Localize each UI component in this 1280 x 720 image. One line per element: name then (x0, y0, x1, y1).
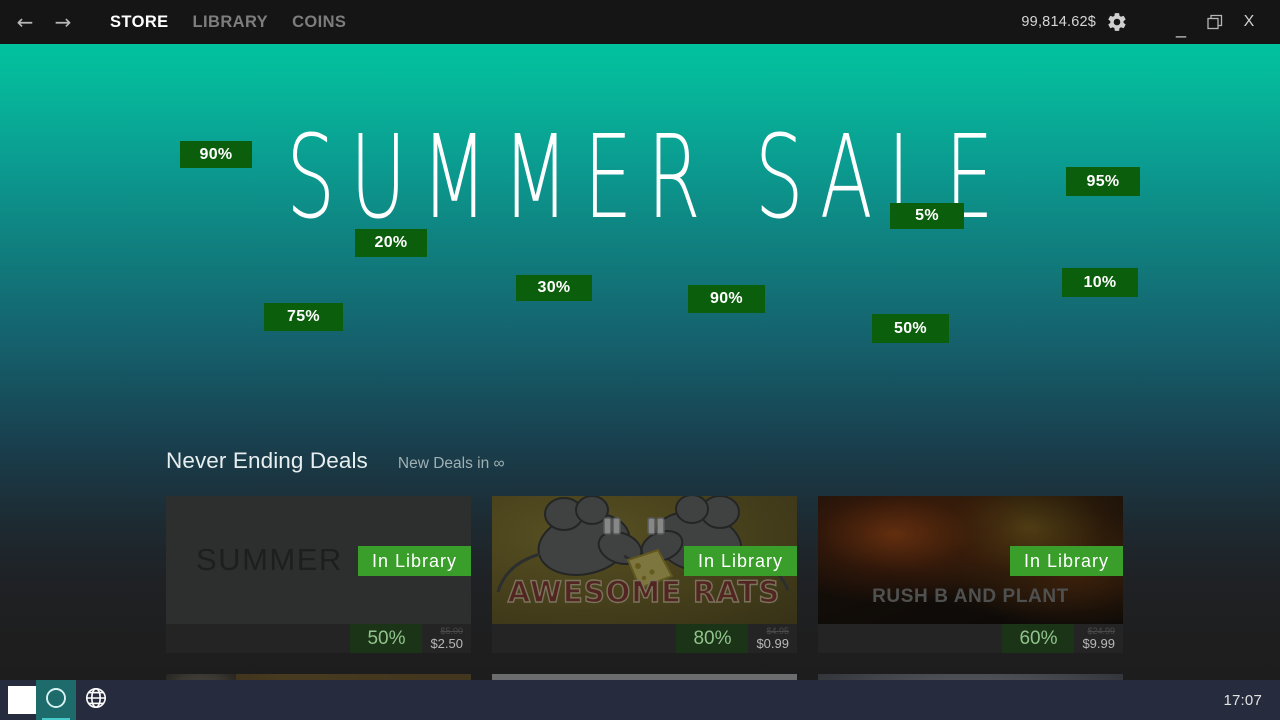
in-library-badge: In Library (1009, 546, 1123, 576)
taskbar-item-browser[interactable] (76, 680, 116, 720)
discount-badge: 50% (872, 314, 949, 343)
close-button[interactable]: X (1232, 0, 1266, 44)
restore-icon[interactable] (1198, 0, 1232, 44)
app-window: ← → STORE LIBRARY COINS 99,814.62$ _ X S… (0, 0, 1280, 720)
discount-badge: 5% (890, 203, 964, 229)
back-icon[interactable]: ← (14, 12, 36, 32)
section-title: Never Ending Deals (166, 448, 368, 473)
taskbar-item-circle[interactable] (36, 680, 76, 720)
discount-badge: 75% (264, 303, 343, 331)
circle-icon (44, 686, 68, 715)
discount-badge: 90% (180, 141, 252, 168)
forward-icon[interactable]: → (52, 12, 74, 32)
clock: 17:07 (1223, 691, 1262, 709)
tab-store[interactable]: STORE (110, 13, 169, 32)
gear-icon[interactable] (1106, 11, 1128, 33)
game-card[interactable]: AWESOME RATS In Library 80% $4.95 $0.99 (492, 496, 797, 653)
tab-coins[interactable]: COINS (292, 13, 346, 32)
in-library-badge: In Library (683, 546, 797, 576)
tab-library[interactable]: LIBRARY (193, 13, 269, 32)
minimize-button[interactable]: _ (1164, 0, 1198, 44)
title-bar-right: 99,814.62$ _ X (1021, 0, 1280, 44)
price-block: $24.99 $9.99 (1074, 624, 1123, 653)
discount-badge: 95% (1066, 167, 1140, 196)
sale-banner: SUMMER SALE 90% 95% 5% 20% 10% 30% 90% 75% 50% (0, 44, 1280, 389)
card-price-bar: 80% $4.95 $0.99 (492, 624, 797, 653)
in-library-badge: In Library (357, 546, 471, 576)
section-header: Never Ending Deals New Deals in ∞ (166, 448, 505, 474)
discount-badge: 30% (516, 275, 592, 301)
current-price: $9.99 (1082, 636, 1115, 651)
price-block: $4.95 $0.99 (748, 624, 797, 653)
page-title: SUMMER SALE (286, 112, 1009, 246)
taskbar: 17:07 (0, 680, 1280, 720)
current-price: $0.99 (756, 636, 789, 651)
discount-percent: 50% (350, 624, 423, 653)
discount-badge: 10% (1062, 268, 1138, 297)
price-block: $5.00 $2.50 (422, 624, 471, 653)
game-card[interactable]: SUMMER In Library 50% $5.00 $2.50 (166, 496, 471, 653)
discount-badge: 90% (688, 285, 765, 313)
title-bar: ← → STORE LIBRARY COINS 99,814.62$ _ X (0, 0, 1280, 44)
game-card[interactable]: RUSH B AND PLANT In Library 60% $24.99 $9.99 (818, 496, 1123, 653)
original-price: $4.95 (766, 626, 789, 636)
section-subtitle: New Deals in ∞ (397, 455, 505, 472)
main-navigation: STORE LIBRARY COINS (110, 13, 346, 32)
discount-percent: 80% (676, 624, 749, 653)
deals-grid: SUMMER In Library 50% $5.00 $2.50 AWESOME RAT… (166, 496, 1126, 680)
original-price: $24.99 (1087, 626, 1115, 636)
original-price: $5.00 (440, 626, 463, 636)
store-page: SUMMER SALE 90% 95% 5% 20% 10% 30% 90% 75% 50% N… (0, 44, 1280, 680)
card-price-bar: 60% $24.99 $9.99 (818, 624, 1123, 653)
current-price: $2.50 (430, 636, 463, 651)
card-price-bar: 50% $5.00 $2.50 (166, 624, 471, 653)
navigation-arrows: ← → (14, 12, 74, 32)
discount-percent: 60% (1002, 624, 1075, 653)
globe-icon (84, 686, 108, 715)
start-square-icon[interactable] (8, 686, 36, 714)
balance-label: 99,814.62$ (1021, 14, 1096, 30)
discount-badge: 20% (355, 229, 427, 257)
